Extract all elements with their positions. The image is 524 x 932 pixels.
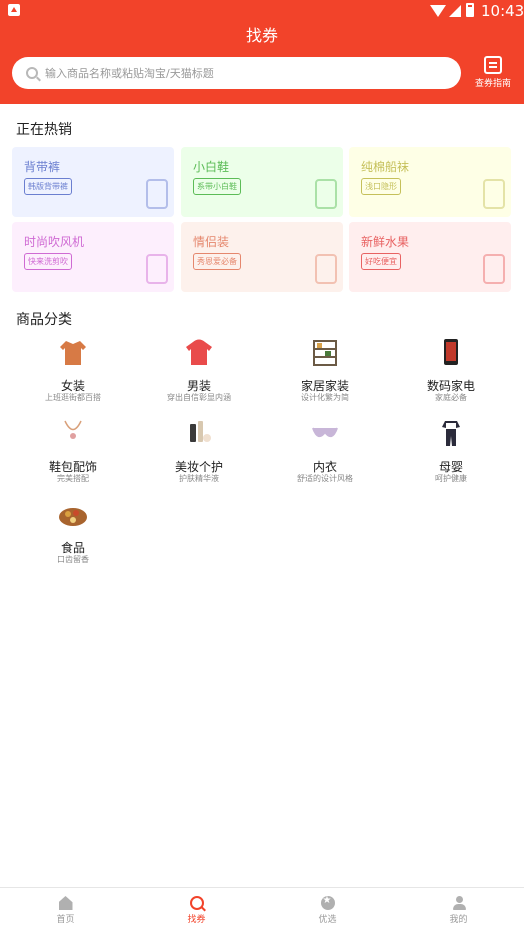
shelf-icon xyxy=(308,335,342,369)
hot-card-tag: 系带小白鞋 xyxy=(193,178,241,195)
tab-mine[interactable]: 我的 xyxy=(393,896,524,925)
category-subtitle: 家庭必备 xyxy=(435,393,467,402)
hot-card-name: 时尚吹风机 xyxy=(24,235,85,249)
hot-section-title: 正在热销 xyxy=(16,122,72,138)
find-icon xyxy=(189,896,204,910)
category-subtitle: 护肤精华液 xyxy=(179,474,219,483)
user-icon xyxy=(452,896,466,910)
app-notification-icon xyxy=(8,4,20,16)
hot-card-illustration-icon xyxy=(315,179,337,209)
tab-home[interactable]: 首页 xyxy=(0,896,131,925)
category-name: 数码家电 xyxy=(426,379,475,393)
coupon-guide-button[interactable]: 查券指南 xyxy=(470,56,516,89)
coat-icon xyxy=(56,335,90,369)
hot-card-tag: 浅口隐形 xyxy=(361,178,401,195)
category-subtitle: 上班逛街都百搭 xyxy=(45,393,101,402)
hot-card-illustration-icon xyxy=(315,254,337,284)
status-time: 10:43 xyxy=(481,2,524,20)
category-subtitle: 舒适的设计风格 xyxy=(297,474,353,483)
category-item[interactable]: 鞋包配饰 完美搭配 xyxy=(11,416,135,484)
hot-card-name: 新鲜水果 xyxy=(361,235,410,249)
hot-card-name: 小白鞋 xyxy=(193,160,230,174)
guide-label: 查券指南 xyxy=(474,79,511,89)
status-bar: 10:43 xyxy=(0,0,524,22)
cosmetics-icon xyxy=(182,416,216,450)
star-icon xyxy=(320,895,335,910)
category-name: 食品 xyxy=(60,541,85,555)
category-item[interactable]: 女装 上班逛街都百搭 xyxy=(11,335,135,403)
category-subtitle: 穿出自信彰显内涵 xyxy=(167,393,231,402)
bottom-tab-bar: 首页 找券 优选 我的 xyxy=(0,887,524,932)
hot-card-name: 情侣装 xyxy=(193,235,230,249)
hot-card-illustration-icon xyxy=(146,179,168,209)
hot-card[interactable]: 情侣装 秀恩爱必备 xyxy=(181,222,343,292)
tab-find-coupon[interactable]: 找券 xyxy=(131,896,262,925)
category-name: 鞋包配饰 xyxy=(48,460,97,474)
category-item[interactable]: 食品 口齿留香 xyxy=(11,497,135,565)
tab-featured[interactable]: 优选 xyxy=(262,895,393,925)
category-item[interactable]: 男装 穿出自信彰显内涵 xyxy=(137,335,261,403)
category-item[interactable]: 数码家电 家庭必备 xyxy=(389,335,513,403)
hot-card[interactable]: 纯棉船袜 浅口隐形 xyxy=(349,147,511,217)
hot-card-tag: 快来洗剪吹 xyxy=(24,253,72,270)
category-subtitle: 呵护健康 xyxy=(435,474,467,483)
header: 找券 查券指南 xyxy=(0,22,524,104)
wifi-icon xyxy=(430,5,446,17)
category-name: 内衣 xyxy=(312,460,337,474)
hot-card-illustration-icon xyxy=(483,179,505,209)
search-icon xyxy=(26,67,38,79)
phone-icon xyxy=(434,335,468,369)
hot-card-name: 纯棉船袜 xyxy=(361,160,410,174)
food-icon xyxy=(56,497,90,531)
page-title: 找券 xyxy=(245,26,278,45)
hot-card-name: 背带裤 xyxy=(24,160,61,174)
category-subtitle: 设计化繁为简 xyxy=(301,393,349,402)
battery-icon xyxy=(466,3,474,17)
home-icon xyxy=(58,896,73,910)
category-subtitle: 口齿留香 xyxy=(57,555,89,564)
hot-card[interactable]: 小白鞋 系带小白鞋 xyxy=(181,147,343,217)
hot-card-illustration-icon xyxy=(483,254,505,284)
hot-card[interactable]: 新鲜水果 好吃便宜 xyxy=(349,222,511,292)
hot-card-tag: 秀恩爱必备 xyxy=(193,253,241,270)
hot-card[interactable]: 背带裤 韩版背带裤 xyxy=(12,147,174,217)
category-name: 美妆个护 xyxy=(174,460,223,474)
signal-icon xyxy=(449,5,461,17)
tab-label: 首页 xyxy=(56,915,75,925)
bra-icon xyxy=(308,416,342,450)
hot-card[interactable]: 时尚吹风机快来洗剪吹 xyxy=(12,222,174,292)
hot-card-illustration-icon xyxy=(146,254,168,284)
category-item[interactable]: 家居家装 设计化繁为简 xyxy=(263,335,387,403)
category-name: 男装 xyxy=(186,379,211,393)
category-name: 家居家装 xyxy=(300,379,349,393)
category-subtitle: 完美搭配 xyxy=(57,474,89,483)
search-box[interactable] xyxy=(12,57,461,89)
hot-card-tag: 好吃便宜 xyxy=(361,253,401,270)
tab-label: 找券 xyxy=(187,915,206,925)
category-name: 母婴 xyxy=(438,460,463,474)
baby-clothes-icon xyxy=(434,416,468,450)
category-item[interactable]: 内衣 舒适的设计风格 xyxy=(263,416,387,484)
category-item[interactable]: 母婴 呵护健康 xyxy=(389,416,513,484)
hoodie-icon xyxy=(182,335,216,369)
category-section-title: 商品分类 xyxy=(16,312,72,328)
tab-label: 优选 xyxy=(318,915,337,925)
tab-label: 我的 xyxy=(449,915,468,925)
search-input[interactable] xyxy=(45,66,425,80)
category-name: 女装 xyxy=(60,379,85,393)
necklace-icon xyxy=(56,416,90,450)
hot-card-tag: 韩版背带裤 xyxy=(24,178,72,195)
category-item[interactable]: 美妆个护 护肤精华液 xyxy=(137,416,261,484)
guide-icon xyxy=(484,56,502,74)
